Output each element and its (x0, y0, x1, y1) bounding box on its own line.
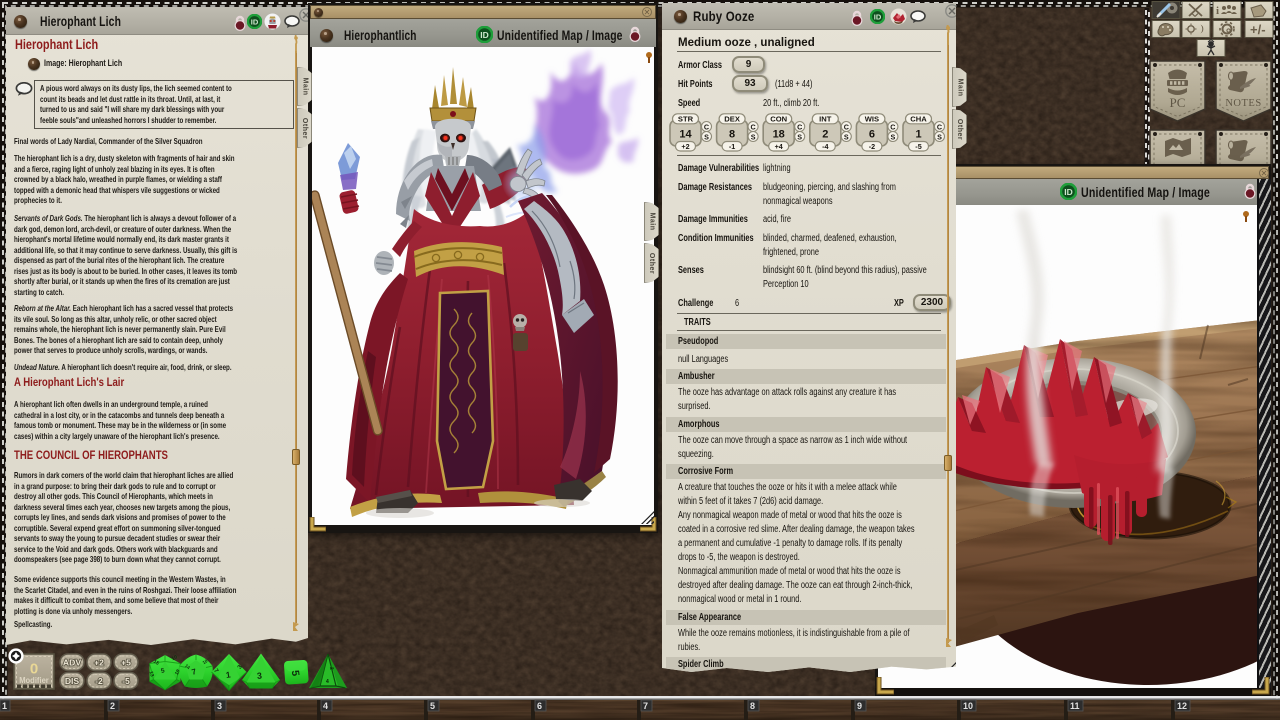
svg-text:INT: INT (819, 115, 832, 124)
svg-text:+5: +5 (121, 658, 131, 668)
svg-text:3: 3 (256, 671, 262, 681)
svg-text:-5: -5 (915, 142, 921, 151)
svg-text:S: S (751, 132, 756, 141)
svg-text:ID: ID (874, 13, 882, 22)
svg-text:6: 6 (537, 701, 542, 711)
svg-text:ID: ID (251, 18, 259, 27)
svg-text:-2: -2 (869, 142, 875, 151)
svg-text:PC: PC (1170, 95, 1186, 110)
svg-text:1: 1 (2, 701, 7, 711)
svg-text:12: 12 (1177, 701, 1187, 711)
svg-text:11: 11 (1070, 701, 1080, 711)
svg-text:-4: -4 (822, 142, 828, 151)
svg-text:-2: -2 (95, 676, 103, 686)
svg-text:S: S (891, 132, 896, 141)
svg-text:ID: ID (480, 30, 489, 40)
svg-text:C: C (797, 122, 802, 131)
svg-text:S: S (797, 132, 802, 141)
svg-text:5: 5 (430, 701, 435, 711)
svg-text:C: C (937, 122, 942, 131)
svg-text:8: 8 (729, 129, 735, 141)
svg-text:7: 7 (643, 701, 648, 711)
svg-text:14: 14 (679, 129, 692, 141)
svg-text:1: 1 (915, 129, 921, 141)
svg-text:CHA: CHA (910, 115, 927, 124)
svg-text:18: 18 (773, 129, 785, 141)
svg-text:DEX: DEX (724, 115, 740, 124)
svg-text:S: S (704, 132, 709, 141)
svg-text:S: S (937, 132, 942, 141)
svg-text:10: 10 (171, 654, 179, 662)
svg-text:+2: +2 (94, 658, 104, 668)
svg-text:+/-: +/- (1250, 22, 1266, 37)
svg-text:3: 3 (217, 701, 222, 711)
svg-text:C: C (704, 122, 709, 131)
svg-text:-5: -5 (122, 676, 130, 686)
svg-text:+4: +4 (775, 142, 783, 151)
svg-text:8: 8 (750, 701, 755, 711)
svg-text:+2: +2 (681, 142, 689, 151)
svg-text:C: C (890, 122, 895, 131)
svg-text:6: 6 (869, 129, 875, 141)
svg-text:ID: ID (1064, 187, 1073, 197)
svg-text:4: 4 (326, 679, 329, 685)
svg-text:CON: CON (770, 115, 787, 124)
svg-text:C: C (750, 122, 755, 131)
svg-text:2: 2 (822, 129, 828, 141)
svg-text:-1: -1 (729, 142, 735, 151)
svg-text:WIS: WIS (865, 115, 879, 124)
svg-text:Modifier: Modifier (19, 676, 49, 685)
svg-text:i: i (1216, 5, 1219, 17)
svg-text:ADV: ADV (63, 658, 81, 668)
svg-text:9: 9 (857, 701, 862, 711)
svg-text:C: C (844, 122, 849, 131)
svg-text:NOTES: NOTES (1225, 98, 1261, 109)
svg-text:S: S (844, 132, 849, 141)
svg-text:DIS: DIS (65, 676, 80, 686)
svg-text:4: 4 (323, 701, 328, 711)
svg-text:10: 10 (963, 701, 973, 711)
svg-text:2: 2 (110, 701, 115, 711)
svg-text:STR: STR (678, 115, 694, 124)
